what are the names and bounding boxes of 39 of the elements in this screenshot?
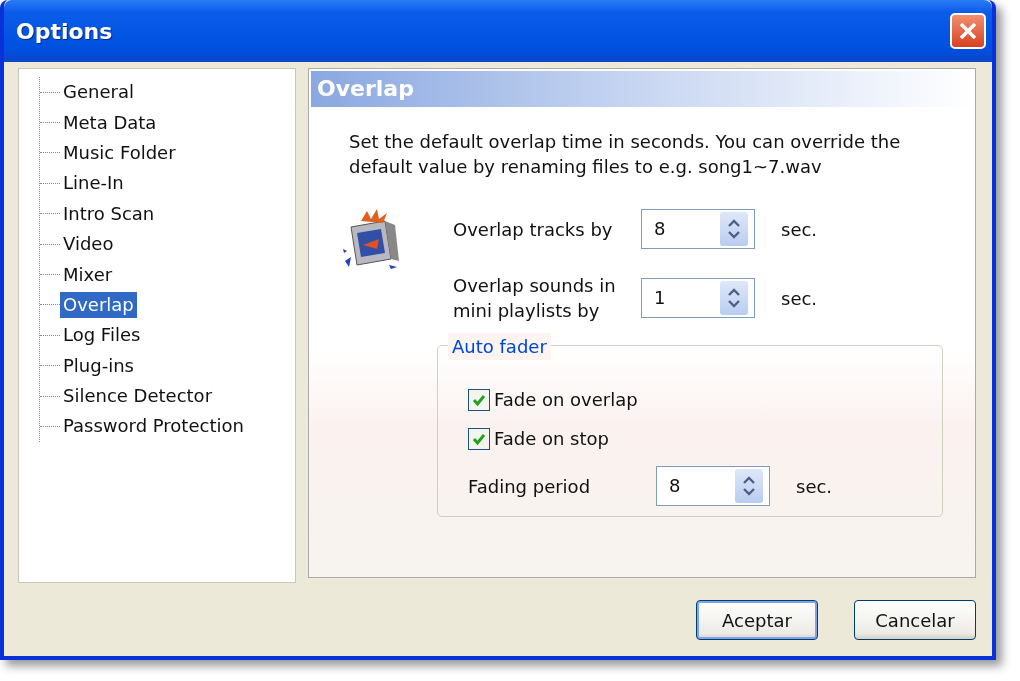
dialog-button[interactable]: Cancelar [854, 600, 976, 640]
tree-item[interactable]: Mixer [60, 261, 116, 288]
up-down-icon [727, 286, 741, 310]
tree-item[interactable]: Video [60, 231, 117, 258]
field-label: Overlap sounds in mini playlists by [453, 274, 617, 323]
up-down-icon [727, 217, 741, 241]
up-down-icon [742, 474, 756, 498]
dialog-button[interactable]: Aceptar [696, 600, 818, 640]
field-label: Fading period [468, 474, 592, 499]
tree-item[interactable]: Overlap [60, 291, 137, 318]
unit-label: sec. [796, 474, 833, 499]
window-title: Options [16, 17, 113, 46]
checkbox[interactable] [468, 388, 490, 411]
tree-item[interactable]: Line-In [60, 170, 127, 197]
tree-item[interactable]: Silence Detector [60, 383, 216, 410]
description-text: Set the default overlap time in seconds. You can override the default value by renaming files to e.g. song1~7.wav [349, 130, 902, 179]
tree-item[interactable]: Music Folder [60, 139, 179, 166]
unit-label: sec. [781, 217, 818, 242]
spin-arrows[interactable] [735, 469, 763, 503]
group-title: Auto fader [448, 333, 551, 360]
tree-item[interactable]: Intro Scan [60, 200, 158, 227]
field-label: Overlap tracks by [453, 217, 614, 242]
close-button[interactable] [950, 13, 986, 49]
close-icon [957, 20, 979, 42]
tree-item[interactable]: Password Protection [60, 413, 247, 440]
checkbox[interactable] [468, 427, 490, 450]
checkbox-label: Fade on overlap [494, 388, 638, 412]
overlap-icon [341, 209, 401, 271]
spin-field[interactable]: 8 [656, 466, 770, 506]
checkbox-label: Fade on stop [494, 427, 609, 451]
spin-field[interactable]: 1 [641, 278, 755, 318]
unit-label: sec. [781, 286, 818, 311]
spin-field[interactable]: 8 [641, 209, 755, 249]
tree-item[interactable]: Meta Data [60, 109, 160, 136]
tree-item[interactable]: Plug-ins [60, 352, 137, 379]
spin-arrows[interactable] [720, 281, 748, 315]
spin-arrows[interactable] [720, 212, 748, 246]
tree-item[interactable]: General [60, 79, 137, 106]
tree-item[interactable]: Log Files [60, 322, 144, 349]
